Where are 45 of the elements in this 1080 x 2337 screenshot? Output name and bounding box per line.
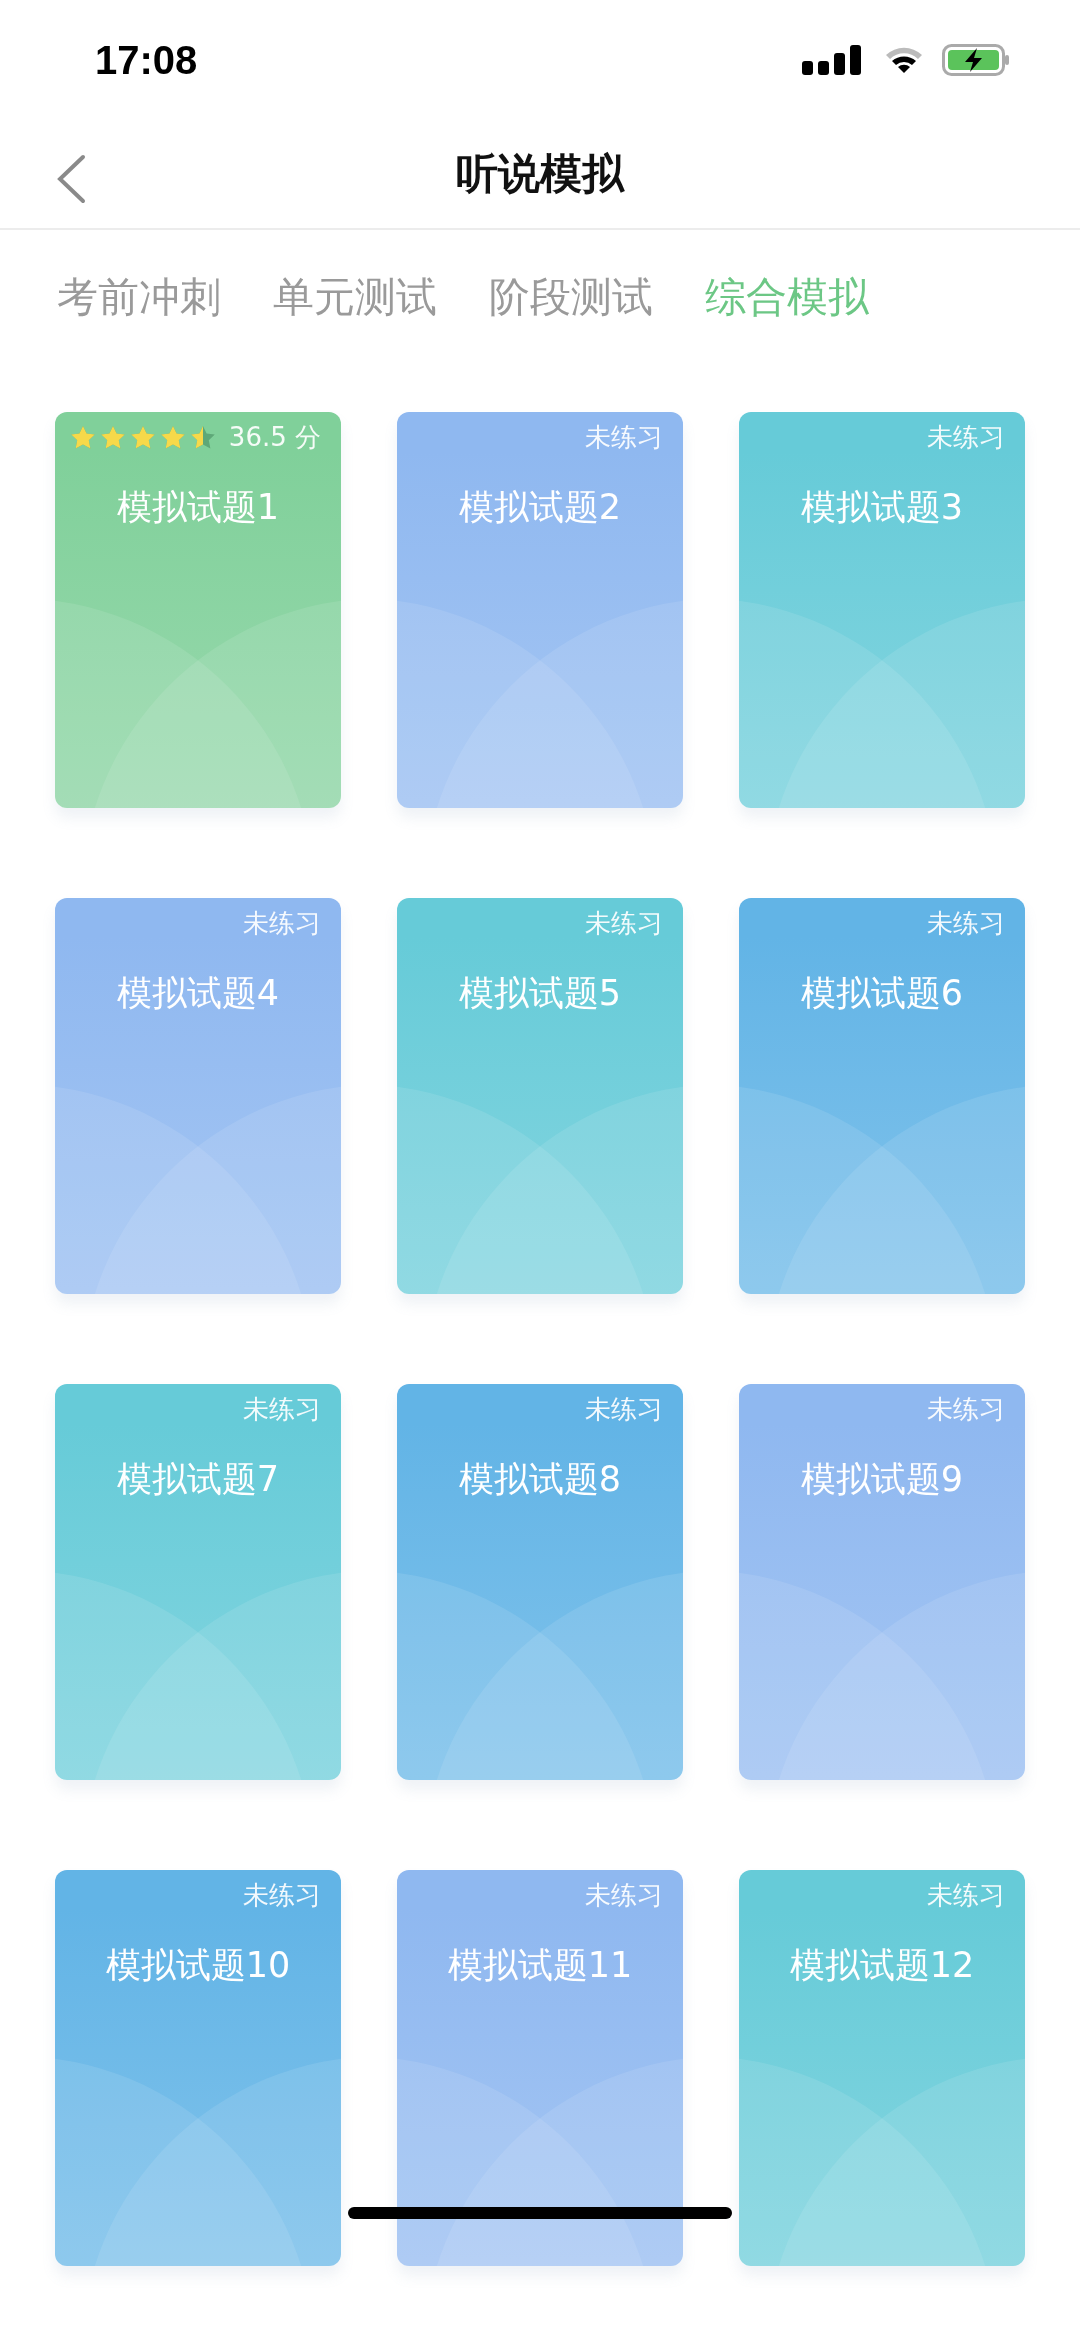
status-label: 未练习 bbox=[927, 420, 1005, 454]
card-title: 模拟试题4 bbox=[115, 972, 281, 1015]
exam-card[interactable]: 未练习 模拟试题4 bbox=[55, 898, 341, 1294]
exam-card[interactable]: 未练习 模拟试题10 bbox=[55, 1870, 341, 2266]
status-label: 未练习 bbox=[585, 420, 663, 454]
status-label: 未练习 bbox=[243, 1392, 321, 1426]
exam-card[interactable]: 未练习 模拟试题8 bbox=[397, 1384, 683, 1780]
card-title: 模拟试题9 bbox=[799, 1458, 965, 1501]
card-title: 模拟试题7 bbox=[115, 1458, 281, 1501]
page-title: 听说模拟 bbox=[456, 148, 624, 200]
exam-card[interactable]: 未练习 模拟试题11 bbox=[397, 1870, 683, 2266]
status-label: 未练习 bbox=[927, 1392, 1005, 1426]
tab[interactable]: 单元测试 bbox=[273, 269, 437, 325]
status-label: 未练习 bbox=[243, 906, 321, 940]
card-title: 模拟试题11 bbox=[446, 1944, 634, 1987]
card-title: 模拟试题10 bbox=[104, 1944, 292, 1987]
status-label: 未练习 bbox=[927, 1878, 1005, 1912]
tab[interactable]: 考前冲刺 bbox=[57, 269, 221, 325]
card-title: 模拟试题5 bbox=[457, 972, 623, 1015]
score-label: 36.5 分 bbox=[228, 420, 321, 454]
status-label: 未练习 bbox=[585, 906, 663, 940]
status-label: 未练习 bbox=[243, 1878, 321, 1912]
battery-charging-icon bbox=[942, 44, 1010, 76]
tab[interactable]: 阶段测试 bbox=[489, 269, 653, 325]
exam-card[interactable]: 未练习 模拟试题7 bbox=[55, 1384, 341, 1780]
exam-card[interactable]: 未练习 模拟试题9 bbox=[739, 1384, 1025, 1780]
card-title: 模拟试题2 bbox=[457, 486, 623, 529]
exam-card[interactable]: 未练习 模拟试题12 bbox=[739, 1870, 1025, 2266]
status-label: 未练习 bbox=[585, 1878, 663, 1912]
status-label: 未练习 bbox=[927, 906, 1005, 940]
back-icon[interactable] bbox=[56, 154, 86, 204]
card-title: 模拟试题12 bbox=[788, 1944, 976, 1987]
card-title: 模拟试题8 bbox=[457, 1458, 623, 1501]
exam-card[interactable]: 未练习 模拟试题2 bbox=[397, 412, 683, 808]
tab[interactable]: 综合模拟 bbox=[705, 269, 869, 325]
exam-card[interactable]: 未练习 模拟试题6 bbox=[739, 898, 1025, 1294]
exam-card[interactable]: 36.5 分 模拟试题1 bbox=[55, 412, 341, 808]
exam-card[interactable]: 未练习 模拟试题5 bbox=[397, 898, 683, 1294]
card-title: 模拟试题6 bbox=[799, 972, 965, 1015]
exam-card[interactable]: 未练习 模拟试题3 bbox=[739, 412, 1025, 808]
card-title: 模拟试题1 bbox=[115, 486, 281, 529]
status-label: 未练习 bbox=[585, 1392, 663, 1426]
wifi-icon bbox=[884, 45, 924, 75]
card-title: 模拟试题3 bbox=[799, 486, 965, 529]
status-time: 17:08 bbox=[95, 37, 198, 83]
